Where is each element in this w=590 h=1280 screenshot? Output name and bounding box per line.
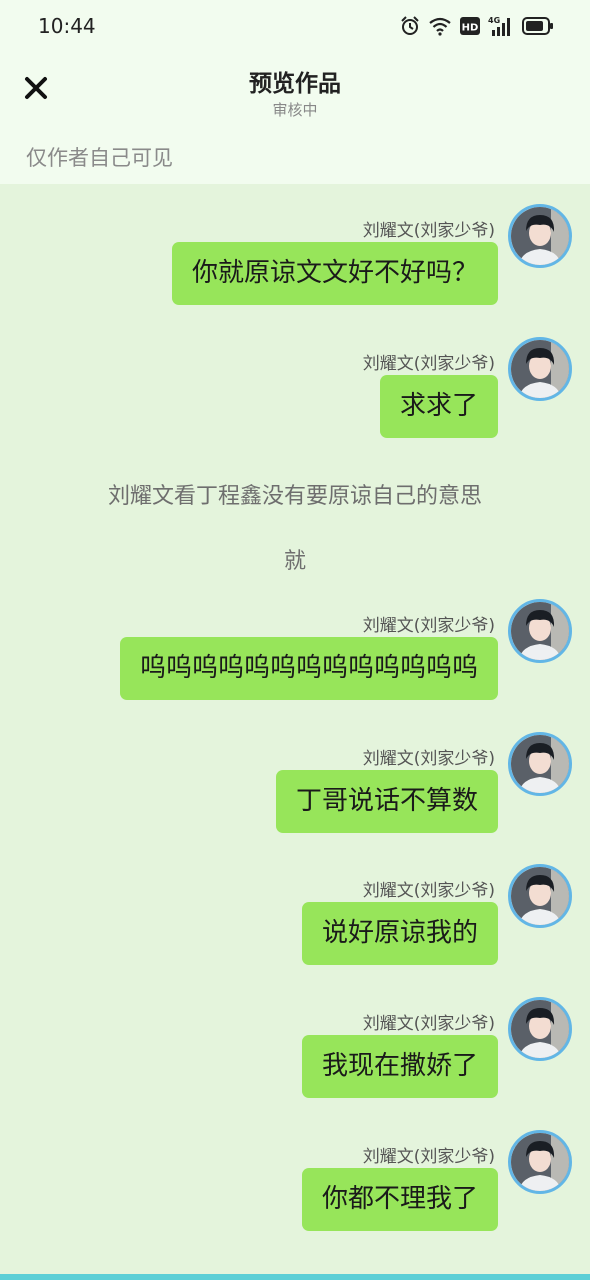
avatar[interactable] <box>508 204 572 268</box>
message-bubble[interactable]: 你都不理我了 <box>301 1168 498 1231</box>
status-icons: HD 4G <box>400 14 554 38</box>
message-bubble[interactable]: 呜呜呜呜呜呜呜呜呜呜呜呜呜 <box>119 637 498 700</box>
message-bubble[interactable]: 求求了 <box>379 375 498 438</box>
status-time: 10:44 <box>38 14 96 38</box>
sender-name: 刘耀文(刘家少爷) <box>362 221 495 241</box>
avatar[interactable] <box>508 337 572 401</box>
message-bubble[interactable]: 你就原谅文文好不好吗？ <box>171 242 498 305</box>
chat-area[interactable]: 刘耀文(刘家少爷) 你就原谅文文好不好吗？ 刘耀文(刘家少爷) 求求了 刘耀文看… <box>0 184 590 1274</box>
avatar[interactable] <box>508 864 572 928</box>
status-bar: 10:44 HD 4G <box>0 0 590 52</box>
nav-bar: 预览作品 审核中 <box>0 52 590 132</box>
sender-name: 刘耀文(刘家少爷) <box>362 616 495 636</box>
message-bubble[interactable]: 丁哥说话不算数 <box>275 770 498 833</box>
battery-icon <box>522 17 554 35</box>
message-bubble[interactable]: 说好原谅我的 <box>301 902 498 965</box>
avatar[interactable] <box>508 1130 572 1194</box>
network-label: 4G <box>488 16 500 25</box>
sender-name: 刘耀文(刘家少爷) <box>362 1147 495 1167</box>
avatar[interactable] <box>508 997 572 1061</box>
review-status: 审核中 <box>272 101 318 119</box>
message-bubble[interactable]: 我现在撒娇了 <box>301 1035 498 1098</box>
hd-icon: HD <box>460 16 480 36</box>
visibility-bar: 仅作者自己可见 <box>0 132 590 184</box>
alarm-icon <box>400 16 420 36</box>
narration-text: 刘耀文看丁程鑫没有要原谅自己的意思 <box>107 484 482 509</box>
visibility-note: 仅作者自己可见 <box>26 146 173 170</box>
page-title: 预览作品 <box>249 71 341 97</box>
sender-name: 刘耀文(刘家少爷) <box>362 354 495 374</box>
bottom-strip <box>0 1274 590 1280</box>
sender-name: 刘耀文(刘家少爷) <box>362 881 495 901</box>
avatar[interactable] <box>508 732 572 796</box>
sender-name: 刘耀文(刘家少爷) <box>362 1014 495 1034</box>
narration-text: 就 <box>283 549 306 574</box>
avatar[interactable] <box>508 599 572 663</box>
hd-icon-label: HD <box>462 23 479 34</box>
signal-4g-icon: 4G <box>488 15 514 37</box>
sender-name: 刘耀文(刘家少爷) <box>362 749 495 769</box>
wifi-icon <box>428 16 452 36</box>
